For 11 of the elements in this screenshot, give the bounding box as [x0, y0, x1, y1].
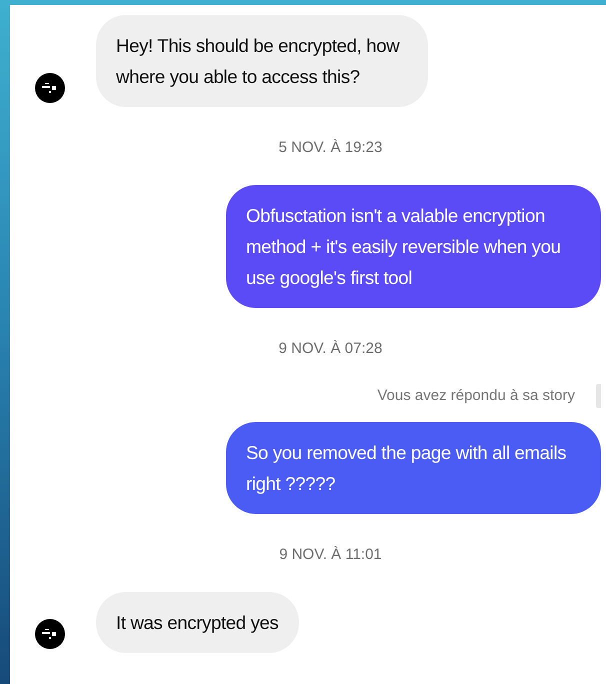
reply-note: Vous avez répondu à sa story: [377, 387, 575, 405]
timestamp: 9 NOV. À 07:28: [278, 340, 384, 358]
message-bubble: So you removed the page with all emails right ?????: [226, 422, 601, 514]
message-bubble: Hey! This should be encrypted, how where you able to access this?: [96, 15, 428, 107]
timestamp: 9 NOV. À 11:01: [278, 546, 383, 564]
message-bubble: It was encrypted yes: [96, 592, 298, 653]
avatar[interactable]: [35, 73, 65, 103]
avatar[interactable]: [35, 619, 65, 649]
timestamp: 5 NOV. À 19:23: [278, 139, 384, 157]
message-bubble: Obfusctation isn't a valable encryption method + it's easily reversible when you use google's first tool: [226, 185, 601, 308]
story-thumbnail[interactable]: [596, 384, 601, 408]
